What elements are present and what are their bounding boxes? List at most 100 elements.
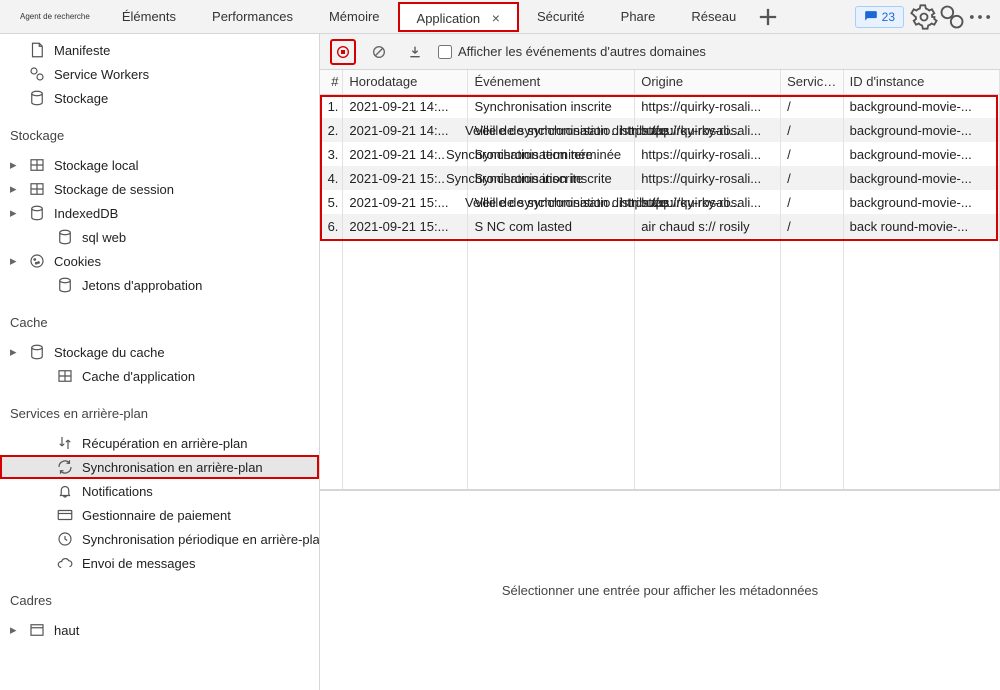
database-icon [56,276,74,294]
sync-icon [56,458,74,476]
sidebar-item-label: Jetons d'approbation [82,278,202,293]
tab-memory[interactable]: Mémoire [311,2,398,32]
more-tabs-plus-icon[interactable] [754,3,782,31]
cookie-icon [28,252,46,270]
table-row[interactable]: 5.2021-09-21 15:...Veille de synchronisa… [320,190,1000,214]
table-row[interactable]: 2.2021-09-21 14:...Veille de synchronisa… [320,118,1000,142]
sidebar-item-label: Cache d'application [82,369,195,384]
devtools-tabbar: Agent de recherche Éléments Performances… [0,0,1000,34]
application-sidebar[interactable]: Manifeste Service Workers Stockage Stock… [0,34,320,690]
detail-pane-placeholder: Sélectionner une entrée pour afficher le… [320,490,1000,690]
close-icon[interactable]: × [492,10,500,26]
sidebar-item-label: haut [54,623,79,638]
cell-instance-id: background-movie-... [843,142,999,166]
chevron-right-icon: ▸ [10,253,20,269]
sidebar-item-label: Stockage de session [54,182,174,197]
sidebar-item-label: sql web [82,230,126,245]
cell-num: 3. [320,142,343,166]
cell-timestamp: 2021-09-21 15:... [343,190,468,214]
sidebar-item-service-workers[interactable]: Service Workers [0,62,319,86]
download-button[interactable] [402,39,428,65]
database-icon [28,343,46,361]
cell-sw-scope: / [781,118,844,142]
sidebar-item-manifest[interactable]: Manifeste [0,38,319,62]
sidebar-item-cookies[interactable]: ▸ Cookies [0,249,319,273]
experiments-icon[interactable] [938,3,966,31]
cell-event: Synchronisation inscrite [468,94,635,118]
sidebar-item-label: Service Workers [54,67,149,82]
sidebar-item-websql[interactable]: sql web [0,225,319,249]
sidebar-item-push[interactable]: Envoi de messages [0,551,319,575]
cell-num: 5. [320,190,343,214]
tab-application-label: Application [417,11,481,26]
cell-timestamp: 2021-09-21 15:.. [343,166,468,190]
col-event[interactable]: Événement [468,70,635,94]
chevron-right-icon: ▸ [10,181,20,197]
sidebar-item-storage[interactable]: Stockage [0,86,319,110]
table-row[interactable]: 6.2021-09-21 15:...S NC com lastedair ch… [320,214,1000,238]
record-button[interactable] [330,39,356,65]
tab-security[interactable]: Sécurité [519,2,603,32]
window-icon [28,621,46,639]
sidebar-item-frame-top[interactable]: ▸ haut [0,618,319,642]
sidebar-item-application-cache[interactable]: Cache d'application [0,364,319,388]
show-other-domains-checkbox[interactable]: Afficher les événements d'autres domaine… [438,44,706,59]
col-instance-id[interactable]: ID d'instance [843,70,999,94]
checkbox-label: Afficher les événements d'autres domaine… [458,44,706,59]
table-row[interactable]: 3.2021-09-21 14:..Synchronisation termin… [320,142,1000,166]
tab-performance[interactable]: Performances [194,2,311,32]
more-icon[interactable] [966,3,994,31]
cloud-icon [56,554,74,572]
col-sw-scope[interactable]: Service. .. [781,70,844,94]
table-row[interactable]: 4.2021-09-21 15:..Synchronisation inscri… [320,166,1000,190]
gear-icon [28,65,46,83]
sidebar-item-bg-sync[interactable]: Synchronisation en arrière-plan [0,455,319,479]
col-num[interactable]: # [320,70,343,94]
chevron-right-icon: ▸ [10,622,20,638]
sidebar-item-label: IndexedDB [54,206,118,221]
cell-num: 4. [320,166,343,190]
cell-instance-id: background-movie-... [843,118,999,142]
group-bg-services: Services en arrière-plan [0,396,319,427]
cell-sw-scope: / [781,94,844,118]
sidebar-item-periodic-sync[interactable]: Synchronisation périodique en arrière-pl… [0,527,319,551]
manifest-icon [28,41,46,59]
tab-elements[interactable]: Éléments [104,2,194,32]
sidebar-item-session-storage[interactable]: ▸ Stockage de session [0,177,319,201]
cell-event: Synchronisation inscrite [468,166,635,190]
grid-icon [28,156,46,174]
sidebar-item-bg-fetch[interactable]: Récupération en arrière-plan [0,431,319,455]
sidebar-item-payment-handler[interactable]: Gestionnaire de paiement [0,503,319,527]
sidebar-item-notifications[interactable]: Notifications [0,479,319,503]
sidebar-item-label: Notifications [82,484,153,499]
tab-lighthouse[interactable]: Phare [603,2,674,32]
sidebar-item-label: Gestionnaire de paiement [82,508,231,523]
events-toolbar: Afficher les événements d'autres domaine… [320,34,1000,70]
group-cache: Cache [0,305,319,336]
issues-chip[interactable]: 23 [855,6,904,28]
col-timestamp[interactable]: Horodatage [343,70,468,94]
sidebar-item-indexeddb[interactable]: ▸ IndexedDB [0,201,319,225]
cell-timestamp: 2021-09-21 14:... [343,94,468,118]
cell-sw-scope: / [781,166,844,190]
sidebar-item-local-storage[interactable]: ▸ Stockage local [0,153,319,177]
tab-network[interactable]: Réseau [673,2,754,32]
sidebar-item-label: Stockage du cache [54,345,165,360]
sidebar-item-label: Manifeste [54,43,110,58]
tab-inspect[interactable]: Agent de recherche [6,2,104,32]
cell-sw-scope: / [781,214,844,238]
sidebar-item-cache-storage[interactable]: ▸ Stockage du cache [0,340,319,364]
chevron-right-icon: ▸ [10,205,20,221]
tab-application[interactable]: Application × [398,2,519,32]
cell-event: Veille de synchronisation distribuée [468,190,635,214]
group-frames: Cadres [0,583,319,614]
gear-icon[interactable] [910,3,938,31]
sidebar-item-label: Envoi de messages [82,556,195,571]
checkbox-input[interactable] [438,45,452,59]
sidebar-item-trust-tokens[interactable]: Jetons d'approbation [0,273,319,297]
col-origin[interactable]: Origine [635,70,781,94]
events-table[interactable]: # Horodatage Événement Origine Service. … [320,70,1000,490]
sidebar-item-label: Stockage local [54,158,139,173]
clear-button[interactable] [366,39,392,65]
table-row[interactable]: 1.2021-09-21 14:...Synchronisation inscr… [320,94,1000,118]
